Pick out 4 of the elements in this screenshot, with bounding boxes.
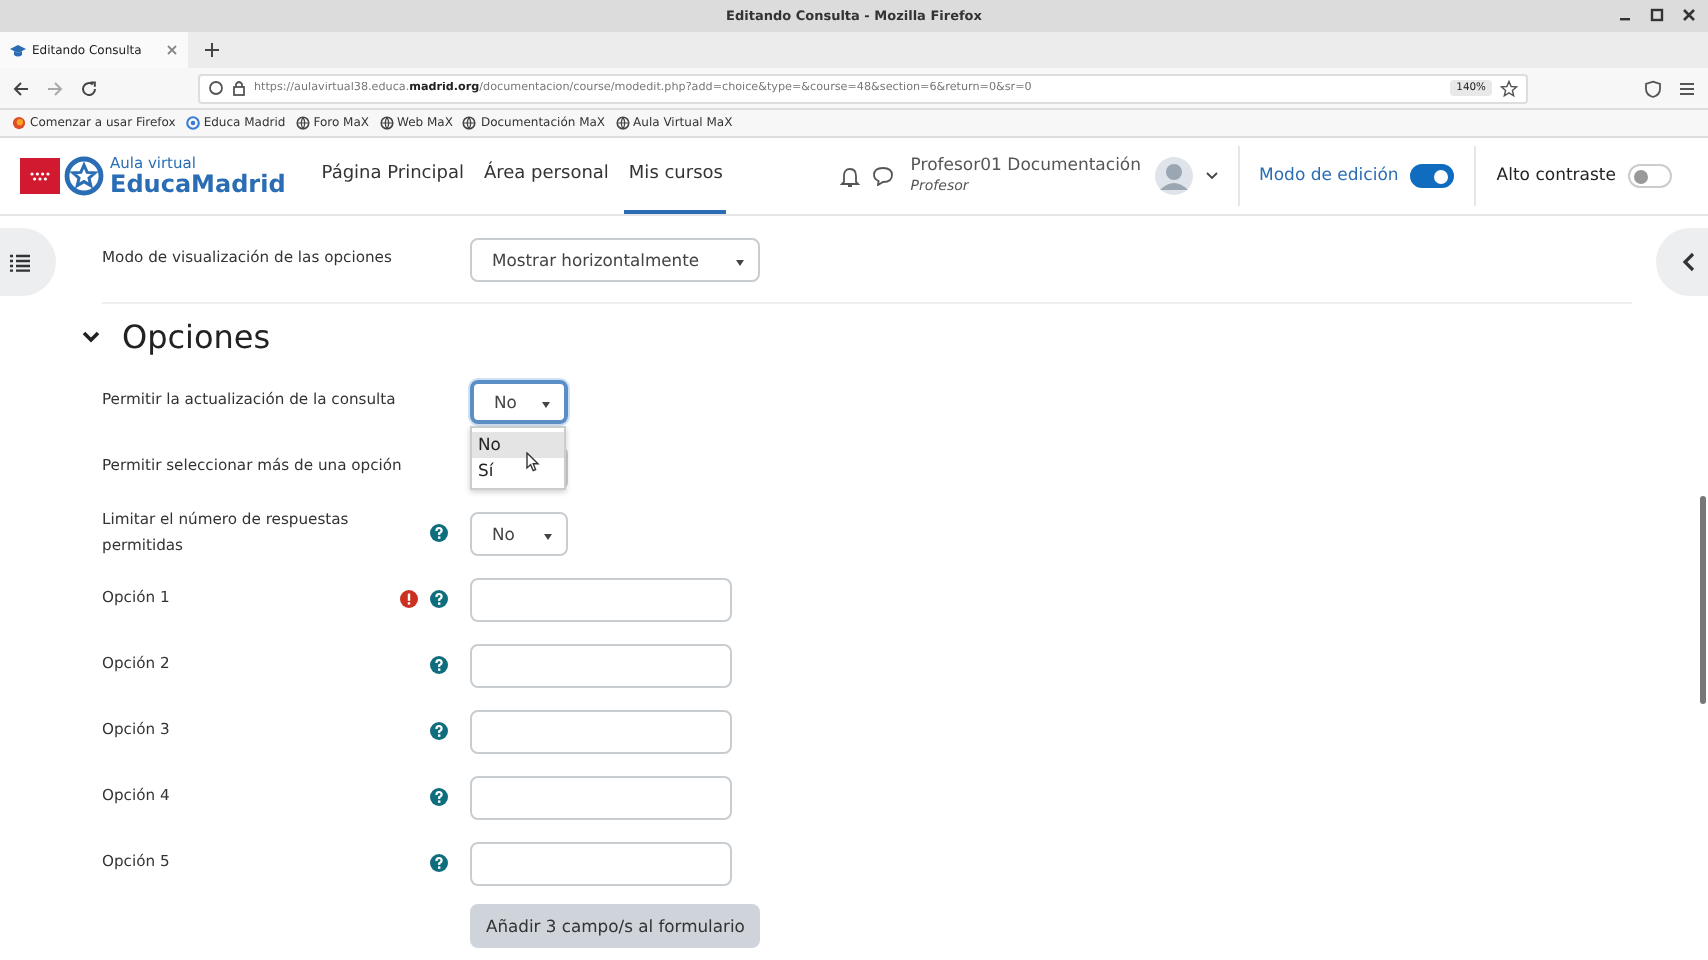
edit-mode-label: Modo de edición — [1259, 166, 1399, 186]
section-title: Opciones — [122, 317, 271, 355]
high-contrast-label: Alto contraste — [1496, 166, 1616, 186]
logo-title: EducaMadrid — [110, 171, 286, 196]
